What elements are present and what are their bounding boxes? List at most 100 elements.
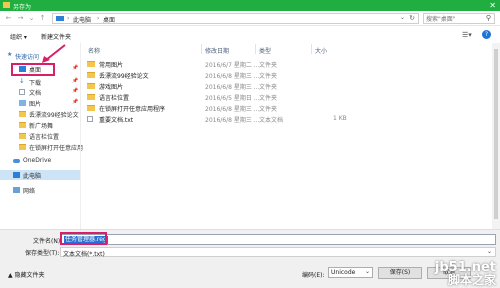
pin-icon: 📌	[72, 78, 79, 84]
file-date: 2016/6/8 星期三 ...	[205, 84, 260, 91]
encoding-select[interactable]: Unicode ⌄	[328, 267, 373, 278]
file-type: 文件夹	[259, 106, 278, 113]
folder-icon	[87, 83, 95, 89]
breadcrumb-separator: ›	[67, 15, 70, 22]
help-icon[interactable]: ?	[482, 30, 491, 39]
nav-item-label: 网络	[23, 188, 36, 195]
nav-item-this-pc[interactable]: 此电脑	[0, 170, 80, 180]
nav-item-label: 语言栏位置	[29, 134, 60, 141]
encoding-value: Unicode	[331, 269, 356, 276]
window-title: 另存为	[13, 4, 32, 11]
chevron-down-icon[interactable]: ⌄	[27, 13, 36, 23]
toolbar: 组织 ▾ 新建文件夹 ☰▾ ?	[0, 27, 500, 43]
nav-item-label: 图片	[29, 101, 42, 108]
pin-icon: 📌	[72, 99, 79, 105]
file-name: 丢漂流99经验论文	[99, 73, 149, 80]
file-row[interactable]: 丢漂流99经验论文 2016/6/8 星期三 ... 文件夹	[83, 70, 383, 80]
nav-item-folder-1[interactable]: 丢漂流99经验论文	[0, 109, 80, 119]
file-size: 1 KB	[333, 115, 347, 122]
nav-item-folder-3[interactable]: 语言栏位置	[0, 131, 80, 141]
folder-icon	[19, 122, 26, 128]
up-arrow-icon[interactable]: ↑	[38, 13, 47, 23]
pane-splitter[interactable]	[80, 43, 81, 229]
column-header-type[interactable]: 类型	[259, 46, 271, 55]
breadcrumb-desktop[interactable]: 桌面	[103, 15, 115, 24]
nav-item-label: 丢漂流99经验论文	[29, 112, 79, 119]
download-icon: ↓	[19, 77, 25, 85]
column-divider[interactable]	[311, 44, 312, 54]
folder-icon	[87, 105, 95, 111]
folder-icon	[19, 111, 26, 117]
file-name: 语言栏位置	[99, 95, 130, 102]
organize-button[interactable]: 组织 ▾	[10, 32, 27, 41]
document-icon	[19, 89, 25, 95]
column-divider[interactable]	[201, 44, 202, 54]
nav-item-onedrive[interactable]: OneDrive	[0, 156, 80, 166]
file-type: 文件夹	[259, 62, 278, 69]
scrollbar-thumb[interactable]	[494, 49, 498, 219]
breadcrumb-separator: ›	[97, 15, 100, 22]
watermark-brand: 脚本之家	[447, 273, 496, 287]
nav-item-pictures[interactable]: 图片 📌	[0, 98, 80, 108]
forward-arrow-icon[interactable]: →	[16, 13, 25, 23]
file-name: 重要文档.txt	[99, 117, 134, 124]
save-type-select[interactable]: 文本文档(*.txt) ⌄	[60, 247, 496, 258]
nav-item-downloads[interactable]: ↓ 下载 📌	[0, 77, 80, 87]
file-row[interactable]: 语言栏位置 2016/6/5 星期日 ... 文件夹	[83, 92, 383, 102]
filename-input[interactable]: 任务管理器.reg	[60, 234, 496, 245]
computer-icon	[13, 172, 20, 178]
file-name: 游戏图片	[99, 84, 124, 91]
view-options-icon[interactable]: ☰▾	[462, 31, 472, 39]
column-header-date[interactable]: 修改日期	[205, 46, 229, 55]
column-divider[interactable]	[255, 44, 256, 54]
chevron-down-icon[interactable]: ⌄	[400, 14, 405, 21]
folder-icon	[87, 94, 95, 100]
file-date: 2016/6/8 星期三 ...	[205, 73, 260, 80]
file-row[interactable]: 常用图片 2016/6/7 星期二 ... 文件夹	[83, 59, 383, 69]
nav-item-network[interactable]: 网络	[0, 185, 80, 195]
column-header-name[interactable]: 名称	[88, 46, 100, 55]
nav-item-folder-4[interactable]: 在锁屏打开任意应用	[0, 142, 83, 152]
file-row[interactable]: 在锁屏打开任意应用程序 2016/6/8 星期三 ... 文件夹	[83, 103, 383, 113]
cloud-icon	[13, 159, 20, 163]
save-button[interactable]: 保存(S)	[378, 267, 422, 279]
nav-item-label: 文档	[29, 90, 42, 97]
pin-icon: 📌	[72, 88, 79, 94]
file-name: 常用图片	[99, 62, 124, 69]
nav-item-label: 快速访问	[15, 54, 40, 61]
refresh-icon[interactable]: ↻	[409, 14, 415, 22]
address-bar[interactable]: › 此电脑 › 桌面 ⌄ ↻	[52, 13, 419, 24]
vertical-scrollbar[interactable]	[492, 43, 500, 229]
filename-label: 文件名(N):	[33, 238, 63, 245]
file-date: 2016/6/8 星期三 ...	[205, 117, 260, 124]
computer-icon	[56, 16, 64, 21]
file-type: 文件夹	[259, 73, 278, 80]
search-box[interactable]: ⚲	[423, 13, 495, 24]
title-bar: 另存为 ✕	[0, 0, 500, 11]
file-row[interactable]: 游戏图片 2016/6/8 星期三 ... 文件夹	[83, 81, 383, 91]
column-header-size[interactable]: 大小	[315, 46, 327, 55]
new-folder-button[interactable]: 新建文件夹	[41, 32, 71, 41]
search-icon: ⚲	[485, 14, 491, 22]
file-type: 文件夹	[259, 95, 278, 102]
nav-item-documents[interactable]: 文档 📌	[0, 87, 80, 97]
breadcrumb-this-pc[interactable]: 此电脑	[73, 15, 91, 24]
annotation-arrow-icon	[42, 44, 66, 63]
folder-icon	[19, 144, 26, 150]
file-type: 文件夹	[259, 84, 278, 91]
encoding-label: 编码(E):	[302, 272, 325, 279]
nav-item-label: 此电脑	[23, 173, 42, 180]
back-arrow-icon[interactable]: ←	[4, 13, 13, 23]
search-input[interactable]	[426, 15, 481, 23]
text-file-icon	[87, 116, 93, 122]
file-row[interactable]: 重要文档.txt 2016/6/8 星期三 ... 文本文档 1 KB	[83, 114, 383, 124]
folder-icon	[87, 61, 95, 67]
close-icon[interactable]: ✕	[489, 1, 496, 10]
hide-folders-toggle[interactable]: ▲ 隐藏文件夹	[8, 270, 45, 279]
column-headers: 名称 修改日期 类型 大小	[83, 44, 490, 55]
file-type: 文本文档	[259, 117, 284, 124]
nav-item-folder-2[interactable]: 新广场舞	[0, 120, 80, 130]
app-icon	[3, 2, 10, 8]
file-name: 在锁屏打开任意应用程序	[99, 106, 166, 113]
file-date: 2016/6/7 星期二 ...	[205, 62, 260, 69]
